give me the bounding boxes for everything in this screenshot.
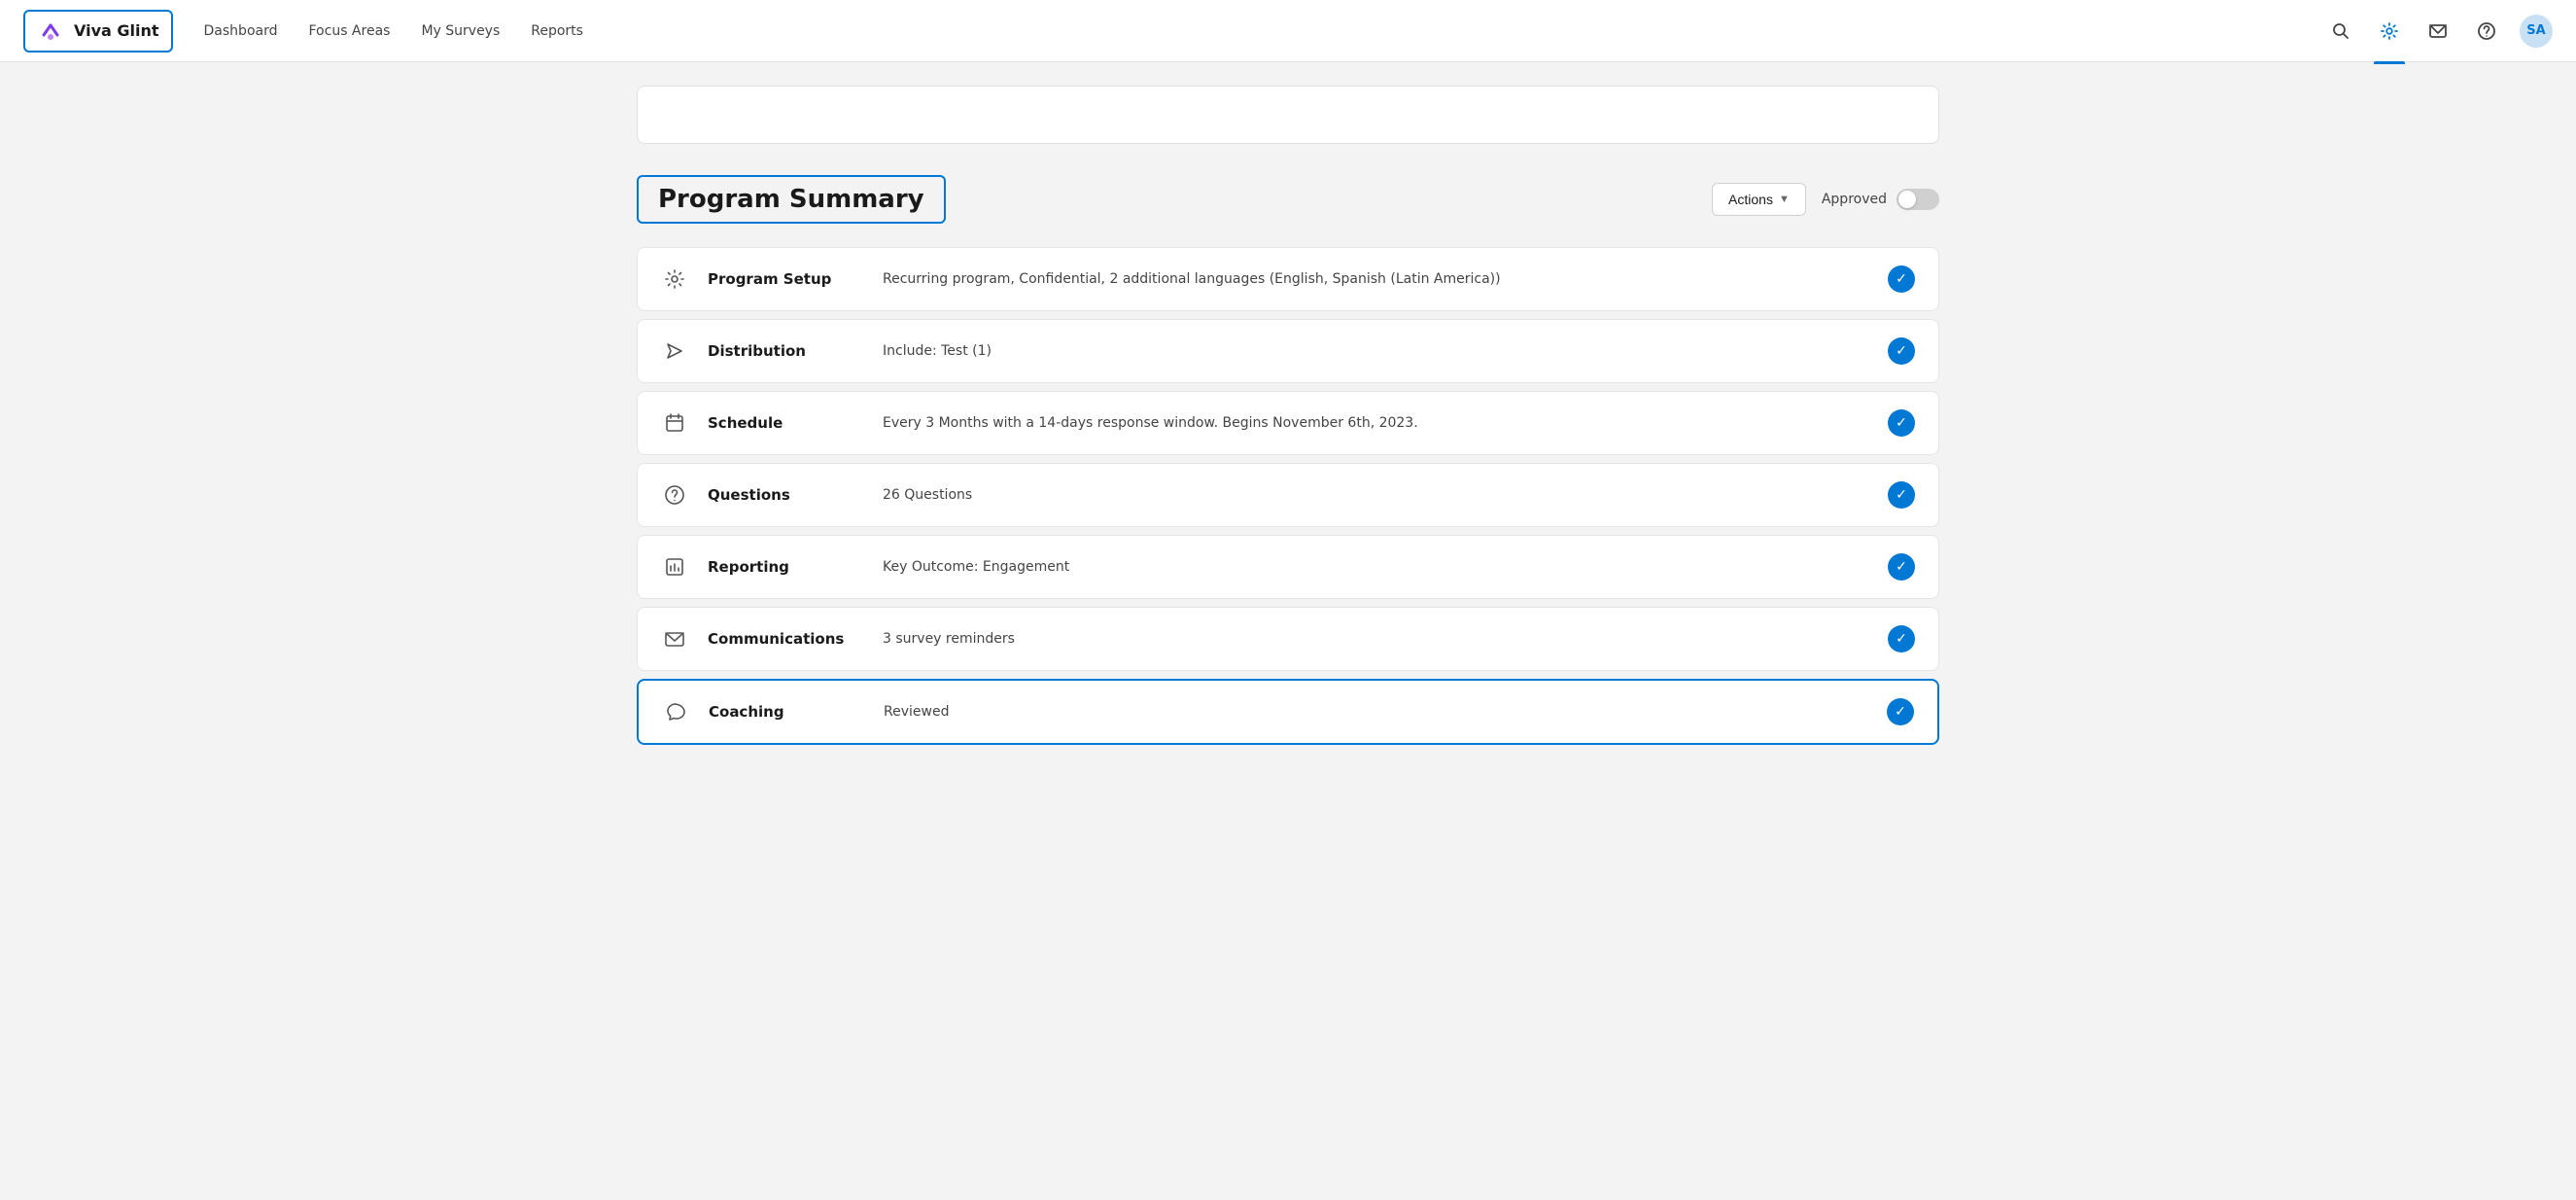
questions-description: 26 Questions [883, 487, 1868, 503]
program-setup-check: ✓ [1888, 265, 1915, 293]
search-button[interactable] [2325, 16, 2356, 47]
coaching-description: Reviewed [884, 704, 1867, 720]
app-logo-text: Viva Glint [74, 21, 159, 40]
coaching-icon [662, 698, 689, 725]
approved-label: Approved [1822, 192, 1887, 207]
questions-label: Questions [708, 486, 863, 504]
logo-icon [37, 18, 64, 45]
help-button[interactable] [2471, 16, 2502, 47]
approved-container: Approved [1822, 189, 1939, 210]
gear-icon [2380, 21, 2399, 41]
messages-button[interactable] [2422, 16, 2454, 47]
header-right: Actions ▼ Approved [1712, 183, 1939, 216]
communications-description: 3 survey reminders [883, 631, 1868, 647]
section-header: Program Summary Actions ▼ Approved [637, 175, 1939, 224]
nav-link-my-surveys[interactable]: My Surveys [421, 19, 500, 43]
chevron-down-icon: ▼ [1779, 194, 1790, 205]
schedule-check: ✓ [1888, 409, 1915, 437]
summary-row-program-setup[interactable]: Program Setup Recurring program, Confide… [637, 247, 1939, 311]
distribution-description: Include: Test (1) [883, 343, 1868, 359]
reporting-label: Reporting [708, 558, 863, 576]
nav-link-dashboard[interactable]: Dashboard [204, 19, 278, 43]
message-icon [2428, 21, 2448, 41]
distribution-label: Distribution [708, 342, 863, 360]
reporting-icon [661, 553, 688, 581]
navbar: Viva Glint Dashboard Focus Areas My Surv… [0, 0, 2576, 62]
summary-row-communications[interactable]: Communications 3 survey reminders ✓ [637, 607, 1939, 671]
main-content: Program Summary Actions ▼ Approved [578, 86, 1998, 792]
distribution-check: ✓ [1888, 337, 1915, 365]
logo-container[interactable]: Viva Glint [23, 10, 173, 53]
reporting-description: Key Outcome: Engagement [883, 559, 1868, 575]
summary-row-schedule[interactable]: Schedule Every 3 Months with a 14-days r… [637, 391, 1939, 455]
communications-label: Communications [708, 630, 863, 648]
program-setup-icon [661, 265, 688, 293]
nav-link-reports[interactable]: Reports [531, 19, 583, 43]
communications-icon [661, 625, 688, 653]
schedule-label: Schedule [708, 414, 863, 432]
coaching-label: Coaching [709, 703, 864, 721]
program-summary-title: Program Summary [637, 175, 946, 224]
summary-row-reporting[interactable]: Reporting Key Outcome: Engagement ✓ [637, 535, 1939, 599]
summary-row-distribution[interactable]: Distribution Include: Test (1) ✓ [637, 319, 1939, 383]
questions-icon [661, 481, 688, 509]
search-icon [2331, 21, 2350, 41]
nav-links: Dashboard Focus Areas My Surveys Reports [204, 19, 2325, 43]
questions-check: ✓ [1888, 481, 1915, 509]
actions-button[interactable]: Actions ▼ [1712, 183, 1806, 216]
reporting-check: ✓ [1888, 553, 1915, 581]
summary-rows: Program Setup Recurring program, Confide… [637, 247, 1939, 753]
communications-check: ✓ [1888, 625, 1915, 653]
summary-row-questions[interactable]: Questions 26 Questions ✓ [637, 463, 1939, 527]
summary-row-coaching[interactable]: Coaching Reviewed ✓ [637, 679, 1939, 745]
schedule-icon [661, 409, 688, 437]
nav-actions: SA [2325, 15, 2553, 48]
actions-label: Actions [1728, 192, 1773, 207]
program-setup-description: Recurring program, Confidential, 2 addit… [883, 271, 1868, 287]
program-setup-label: Program Setup [708, 270, 863, 288]
settings-button[interactable] [2374, 16, 2405, 47]
distribution-icon [661, 337, 688, 365]
top-card [637, 86, 1939, 144]
schedule-description: Every 3 Months with a 14-days response w… [883, 415, 1868, 431]
user-avatar[interactable]: SA [2520, 15, 2553, 48]
coaching-check: ✓ [1887, 698, 1914, 725]
approved-toggle[interactable] [1897, 189, 1939, 210]
help-icon [2477, 21, 2496, 41]
nav-link-focus-areas[interactable]: Focus Areas [309, 19, 391, 43]
program-summary-section: Program Summary Actions ▼ Approved [637, 175, 1939, 753]
